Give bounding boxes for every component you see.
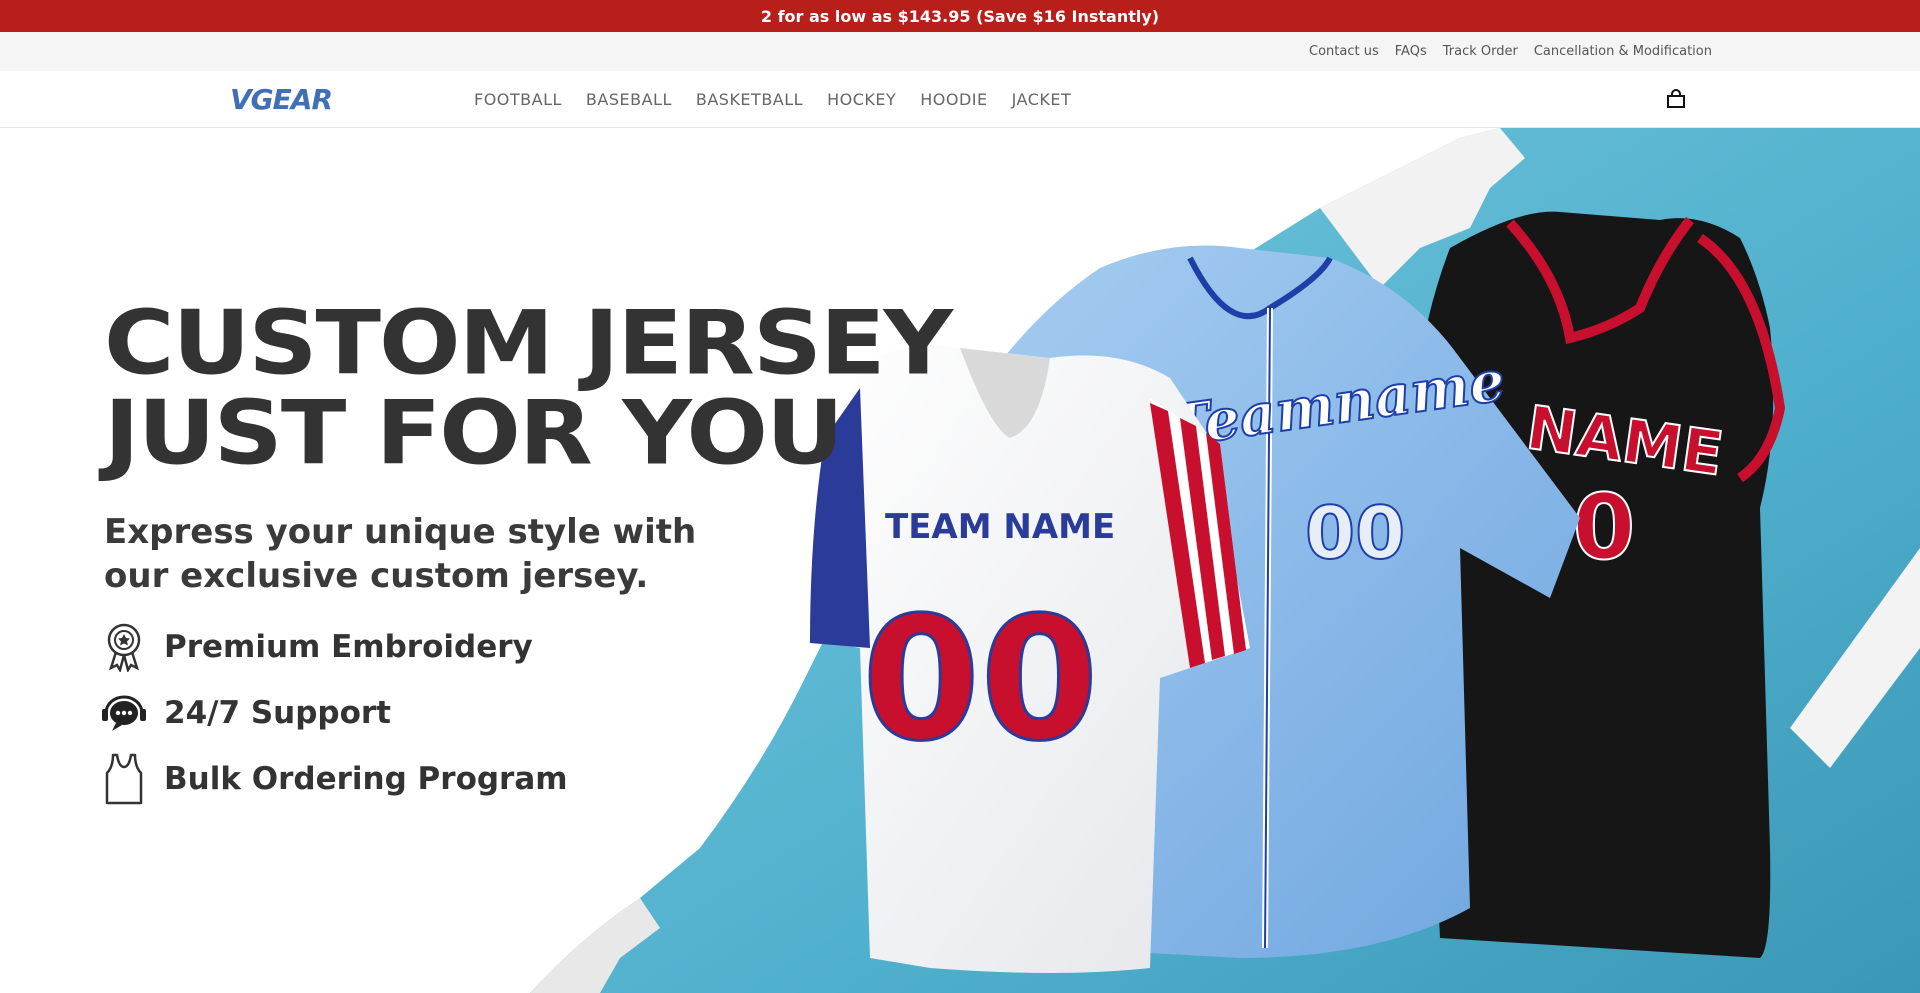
nav-hoodie[interactable]: HOODIE (920, 90, 987, 109)
site-logo[interactable]: VGEAR (230, 83, 333, 116)
nav-jacket[interactable]: JACKET (1012, 90, 1072, 109)
utility-bar: Contact us FAQs Track Order Cancellation… (0, 32, 1920, 71)
feature-label: Bulk Ordering Program (164, 761, 568, 797)
black-jersey: NAME 00 (1414, 211, 1786, 959)
feature-item: Premium Embroidery (100, 614, 568, 680)
main-nav: FOOTBALL BASEBALL BASKETBALL HOCKEY HOOD… (474, 71, 1071, 128)
shopping-bag-icon[interactable] (1666, 89, 1686, 109)
feature-label: 24/7 Support (164, 695, 392, 731)
feature-label: Premium Embroidery (164, 629, 533, 665)
announcement-text: 2 for as low as $143.95 (Save $16 Instan… (760, 6, 1160, 26)
contact-us-link[interactable]: Contact us (1309, 44, 1379, 59)
white-jersey-number: 00 (862, 581, 1099, 779)
nav-basketball[interactable]: BASKETBALL (696, 90, 803, 109)
nav-baseball[interactable]: BASEBALL (586, 90, 672, 109)
white-jersey-team: TEAM NAME (885, 507, 1115, 547)
feature-item: Bulk Ordering Program (100, 746, 568, 812)
hero-banner: NAME 00 Teamname 00 TEAM NAME (0, 128, 1920, 993)
cancellation-link[interactable]: Cancellation & Modification (1534, 44, 1712, 59)
hero-title-line2: JUST FOR YOU (104, 381, 844, 485)
announcement-bar: 2 for as low as $143.95 (Save $16 Instan… (0, 0, 1920, 32)
medal-ribbon-icon (100, 621, 148, 673)
hero-subtitle: Express your unique style with our exclu… (104, 512, 697, 596)
site-header: VGEAR FOOTBALL BASEBALL BASKETBALL HOCKE… (0, 71, 1920, 128)
hero-title: CUSTOM JERSEY JUST FOR YOU (104, 291, 953, 485)
tank-top-icon (100, 753, 148, 805)
hero-title-line1: CUSTOM JERSEY (104, 291, 953, 395)
nav-hockey[interactable]: HOCKEY (827, 90, 896, 109)
feature-item: 24/7 Support (100, 680, 568, 746)
support-chat-icon (100, 687, 148, 739)
blue-jersey-number: 00 (1305, 491, 1405, 575)
nav-football[interactable]: FOOTBALL (474, 90, 562, 109)
faqs-link[interactable]: FAQs (1395, 44, 1427, 59)
feature-list: Premium Embroidery 24/7 Support Bulk Ord… (100, 614, 568, 812)
track-order-link[interactable]: Track Order (1443, 44, 1518, 59)
